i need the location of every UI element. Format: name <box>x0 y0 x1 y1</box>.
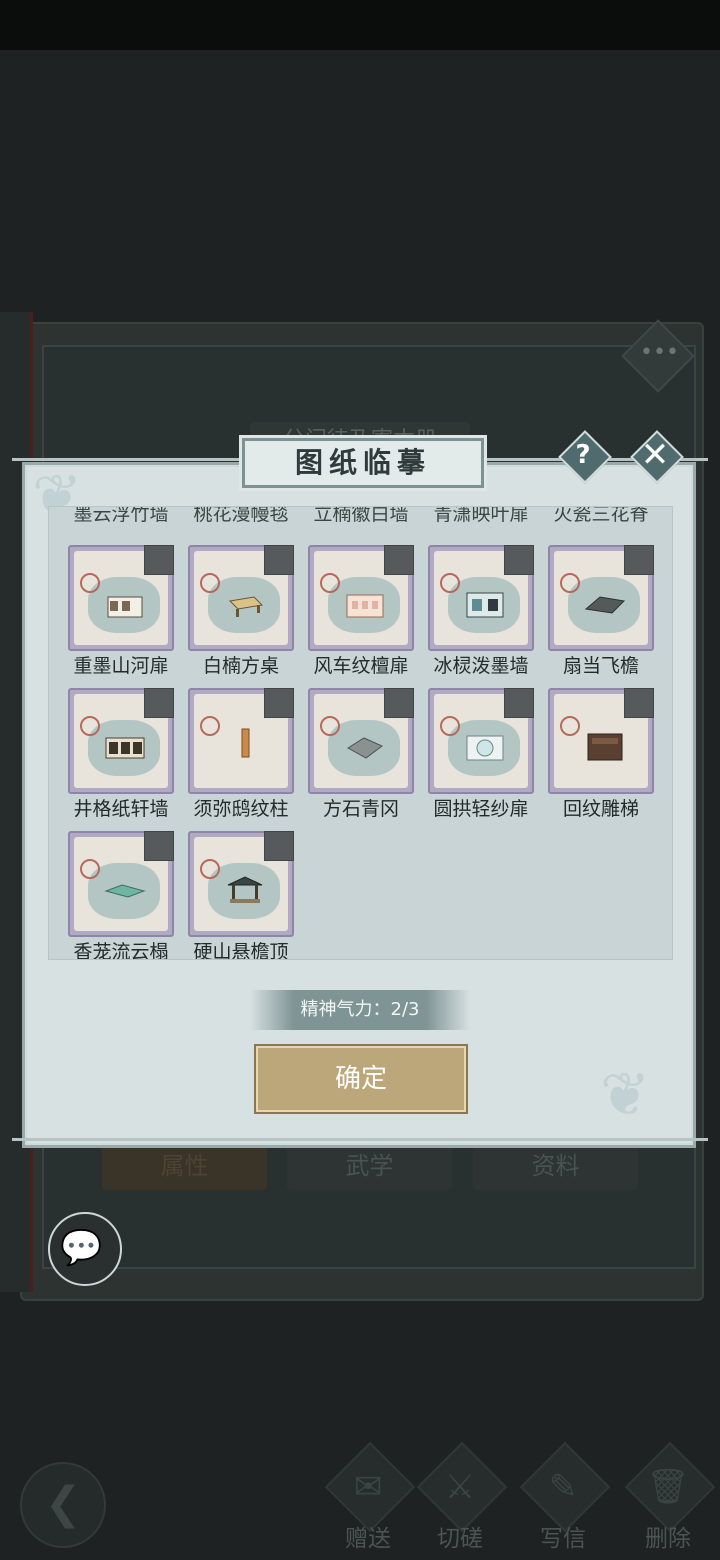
wall-icon <box>466 735 504 761</box>
tab-attributes[interactable]: 属性 <box>102 1142 267 1190</box>
lock-badge <box>504 688 534 718</box>
blueprint-card <box>428 545 534 651</box>
table-icon <box>228 596 264 617</box>
delete-button[interactable]: 🗑 删除 <box>620 1441 716 1552</box>
blueprint-card <box>68 545 174 651</box>
chat-icon: 💬 <box>60 1228 103 1268</box>
wall-icon <box>466 592 504 618</box>
house-icon <box>346 594 384 618</box>
wall-icon <box>105 737 145 759</box>
blueprint-list[interactable]: 墨云浮竹墙 桃花漫幔毯 立楠徽白墙 青潇映叶扉 火瓷三花脊 重墨山河扉 白楠方桌… <box>48 506 673 960</box>
chat-button[interactable]: 💬 <box>48 1212 122 1286</box>
letter-label: 写信 <box>540 1526 586 1552</box>
house-icon <box>107 596 143 618</box>
list-item-label: 香茏流云榻 <box>73 941 169 960</box>
list-item-label: 井格纸轩墙 <box>73 798 169 820</box>
list-item[interactable]: 香茏流云榻 <box>68 831 174 959</box>
list-item[interactable]: 回纹雕梯 <box>548 688 654 826</box>
blueprint-card <box>68 831 174 937</box>
delete-label: 删除 <box>645 1526 691 1552</box>
list-item[interactable]: 圆拱轻纱扉 <box>428 688 534 826</box>
list-item-label: 硬山悬檐顶 <box>193 941 289 960</box>
roof-icon <box>584 596 626 614</box>
list-item-label: 回纹雕梯 <box>562 798 639 820</box>
trash-icon: 🗑 <box>646 1467 690 1507</box>
blueprint-card <box>188 545 294 651</box>
blueprint-card <box>428 688 534 794</box>
lock-badge <box>144 545 174 575</box>
letter-button[interactable]: ✎ 写信 <box>515 1441 611 1552</box>
list-item-label: 方石青冈 <box>322 798 399 820</box>
blueprint-card <box>188 688 294 794</box>
list-item-label: 须弥鸱纹柱 <box>193 798 289 820</box>
list-item[interactable]: 须弥鸱纹柱 <box>188 688 294 826</box>
lock-badge <box>144 688 174 718</box>
energy-counter: 精神气力：2/3 <box>250 990 470 1030</box>
gift-label: 赠送 <box>345 1526 391 1552</box>
list-item[interactable]: 硬山悬檐顶 <box>188 831 294 959</box>
lock-badge <box>264 831 294 861</box>
list-item-label: 火瓷三花脊 <box>553 506 649 525</box>
tab-profile[interactable]: 资料 <box>473 1142 638 1190</box>
dialog-title: 图纸临摹 <box>294 446 431 479</box>
dialog-bottom-rail <box>12 1138 708 1149</box>
back-button[interactable]: ❮ <box>20 1462 106 1548</box>
stairs-icon <box>587 733 623 761</box>
more-icon: ••• <box>640 340 679 365</box>
letter-icon: ✎ <box>548 1467 578 1507</box>
lock-badge <box>624 545 654 575</box>
list-item[interactable]: 井格纸轩墙 <box>68 688 174 826</box>
spar-label: 切磋 <box>437 1526 483 1552</box>
blueprint-card <box>548 545 654 651</box>
blueprint-card <box>308 545 414 651</box>
list-item[interactable]: 方石青冈 <box>308 688 414 826</box>
pillar-icon <box>241 728 250 758</box>
list-item[interactable]: 扇当飞檐 <box>548 545 654 683</box>
partial-row: 墨云浮竹墙 桃花漫幔毯 立楠徽白墙 青潇映叶扉 火瓷三花脊 <box>49 507 672 529</box>
confirm-button[interactable]: 确定 <box>256 1046 466 1112</box>
list-item-label: 风车纹檀扉 <box>313 655 409 677</box>
list-item-label: 圆拱轻纱扉 <box>433 798 529 820</box>
list-item-label: 白楠方桌 <box>202 655 279 677</box>
list-item-label: 重墨山河扉 <box>73 655 169 677</box>
blueprint-card <box>188 831 294 937</box>
tab-martial-arts[interactable]: 武学 <box>287 1142 452 1190</box>
list-item-label: 冰棂泼墨墙 <box>433 655 529 677</box>
dialog-title-plate: 图纸临摹 <box>242 438 484 488</box>
lock-badge <box>384 545 414 575</box>
blueprint-card <box>308 688 414 794</box>
spar-button[interactable]: ⚔ 切磋 <box>412 1441 508 1552</box>
list-item[interactable]: 风车纹檀扉 <box>308 545 414 683</box>
sword-icon: ⚔ <box>444 1467 476 1507</box>
bamboo-leaf-icon: ❦ <box>600 1060 651 1130</box>
status-bar <box>0 0 720 50</box>
list-item-label: 桃花漫幔毯 <box>193 506 289 525</box>
lock-badge <box>264 688 294 718</box>
list-item[interactable]: 重墨山河扉 <box>68 545 174 683</box>
lock-badge <box>264 545 294 575</box>
list-item-label: 扇当飞檐 <box>562 655 639 677</box>
gift-button[interactable]: ✉ 赠送 <box>320 1441 416 1552</box>
question-icon: ? <box>575 440 591 470</box>
list-item-label: 青潇映叶扉 <box>433 506 529 525</box>
list-item[interactable]: 冰棂泼墨墙 <box>428 545 534 683</box>
list-item[interactable]: 白楠方桌 <box>188 545 294 683</box>
pavilion-icon <box>227 876 263 903</box>
lock-badge <box>624 688 654 718</box>
close-button[interactable]: ✕ <box>630 430 684 484</box>
bed-icon <box>104 884 146 898</box>
gift-icon: ✉ <box>353 1467 383 1507</box>
floor-icon <box>347 737 383 759</box>
blueprint-card <box>548 688 654 794</box>
close-icon: ✕ <box>640 435 670 475</box>
help-button[interactable]: ? <box>558 430 612 484</box>
lock-badge <box>504 545 534 575</box>
list-item-label: 立楠徽白墙 <box>313 506 409 525</box>
list-item-label: 墨云浮竹墙 <box>73 506 169 525</box>
blueprint-card <box>68 688 174 794</box>
back-arrow-icon: ❮ <box>44 1478 82 1529</box>
lock-badge <box>144 831 174 861</box>
lock-badge <box>384 688 414 718</box>
